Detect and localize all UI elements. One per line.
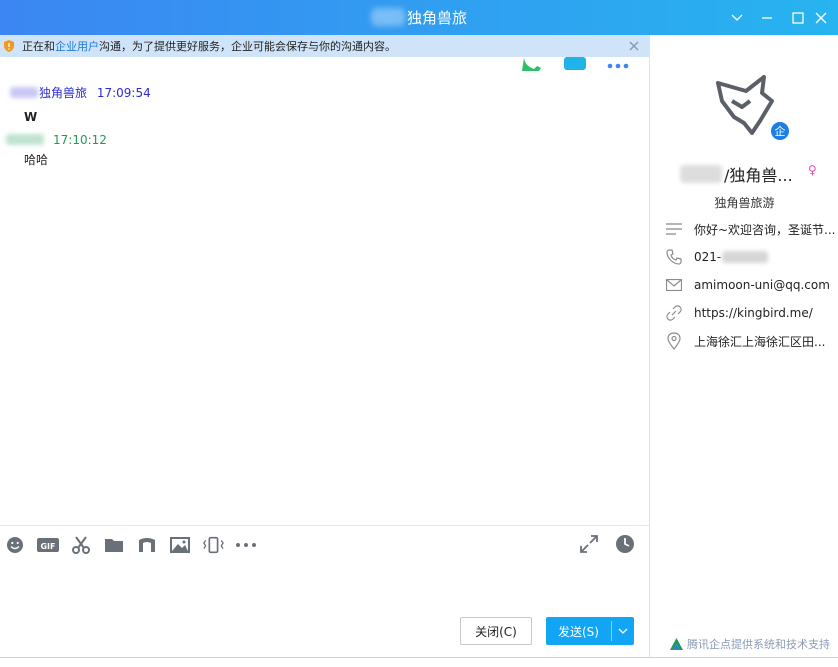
expand-icon (580, 535, 598, 553)
more-tools-button[interactable] (235, 534, 257, 556)
profile-greeting-row: 你好~欢迎咨询，圣诞节... (664, 219, 836, 239)
profile-address-row: 上海徐汇上海徐汇区田... (664, 331, 825, 351)
expand-input-button[interactable] (578, 533, 600, 555)
qidian-logo-icon (670, 638, 683, 650)
image-button[interactable] (169, 534, 191, 556)
voice-call-button[interactable] (518, 57, 544, 74)
message-input[interactable] (0, 560, 649, 612)
chevron-down-icon (731, 14, 743, 21)
minimize-button[interactable] (750, 0, 784, 35)
close-icon (815, 12, 827, 23)
svg-text:GIF: GIF (40, 542, 55, 551)
close-window-button[interactable] (804, 0, 838, 35)
input-toolbar-right (578, 533, 636, 555)
screenshot-button[interactable] (70, 534, 92, 556)
more-icon (607, 63, 629, 68)
history-clock-icon (616, 535, 634, 553)
chevron-down-icon (618, 628, 628, 634)
bottom-border (0, 657, 838, 658)
support-text: 腾讯企点提供系统和技术支持 (687, 638, 830, 651)
chat-window: 独角兽旅 正在和 企业用户 沟通，为了提供更好服务，企业可能会保存与你的沟通内容。 (0, 0, 838, 667)
profile-name: /独角兽... (680, 162, 793, 186)
message-sender: 独角兽旅 (39, 86, 88, 100)
close-icon[interactable] (627, 39, 641, 53)
notice-prefix: 正在和 (22, 40, 55, 53)
send-options-button[interactable] (612, 617, 634, 645)
profile-company: 独角兽旅游 (714, 196, 775, 210)
music-icon (139, 538, 155, 552)
emoji-icon (7, 537, 23, 553)
input-divider (0, 525, 649, 526)
title-bar[interactable]: 独角兽旅 (0, 0, 838, 35)
shake-button[interactable] (202, 534, 224, 556)
emoji-button[interactable] (4, 534, 26, 556)
video-call-button[interactable] (562, 57, 588, 74)
shield-icon (4, 40, 14, 52)
lines-icon (664, 219, 684, 239)
gif-icon: GIF (37, 538, 59, 552)
profile-panel: 企 /独角兽... ♀ 独角兽旅游 你好~欢迎咨询，圣诞节... 021- am… (649, 35, 838, 657)
message-time: 17:09:54 (96, 86, 151, 100)
profile-phone[interactable]: 021- (694, 250, 721, 264)
profile-email[interactable]: amimoon-uni@qq.com (694, 278, 830, 292)
more-options-button[interactable] (606, 59, 630, 73)
window-title: 独角兽旅 (406, 9, 467, 27)
privacy-notice-bar: 正在和 企业用户 沟通，为了提供更好服务，企业可能会保存与你的沟通内容。 (0, 35, 649, 57)
notice-suffix: 沟通，为了提供更好服务，企业可能会保存与你的沟通内容。 (99, 40, 396, 53)
dropdown-button[interactable] (720, 0, 754, 35)
message-body: W (24, 110, 38, 124)
gif-button[interactable]: GIF (37, 534, 59, 556)
folder-icon (105, 539, 123, 552)
more-icon (236, 543, 256, 547)
send-button-group: 发送(S) (546, 617, 634, 645)
profile-address: 上海徐汇上海徐汇区田... (694, 334, 826, 349)
music-button[interactable] (136, 534, 158, 556)
history-button[interactable] (614, 533, 636, 555)
profile-phone-row: 021- (664, 247, 769, 267)
notice-enterprise-link[interactable]: 企业用户 (55, 38, 99, 54)
send-button[interactable]: 发送(S) (546, 617, 611, 645)
profile-greeting: 你好~欢迎咨询，圣诞节... (694, 222, 836, 237)
video-icon (564, 57, 586, 70)
female-gender-icon: ♀ (808, 163, 817, 177)
message-time: 17:10:12 (53, 133, 107, 147)
profile-website[interactable]: https://kingbird.me/ (694, 306, 813, 320)
message-header: 17:10:12 (6, 133, 107, 147)
support-footer: 腾讯企点提供系统和技术支持 (670, 636, 830, 652)
profile-email-row: amimoon-uni@qq.com (664, 275, 830, 295)
profile-website-row: https://kingbird.me/ (664, 303, 813, 323)
input-toolbar: GIF (4, 533, 257, 557)
close-chat-button[interactable]: 关闭(C) (460, 617, 532, 645)
message-header: 独角兽旅 17:09:54 (10, 84, 151, 101)
chat-top-actions (518, 57, 630, 74)
chat-message-area[interactable] (0, 57, 649, 525)
image-icon (170, 537, 190, 553)
title-blurred-part (370, 8, 405, 26)
shake-icon (203, 536, 224, 554)
file-button[interactable] (103, 534, 125, 556)
location-pin-icon (664, 331, 684, 351)
phone-icon (664, 247, 684, 267)
phone-icon (522, 57, 541, 71)
maximize-icon (792, 11, 804, 24)
message-body: 哈哈 (24, 153, 49, 167)
scissors-icon (72, 536, 90, 554)
minimize-icon (762, 16, 772, 19)
link-icon (664, 303, 684, 323)
enterprise-badge: 企 (769, 120, 791, 142)
mail-icon (664, 275, 684, 295)
